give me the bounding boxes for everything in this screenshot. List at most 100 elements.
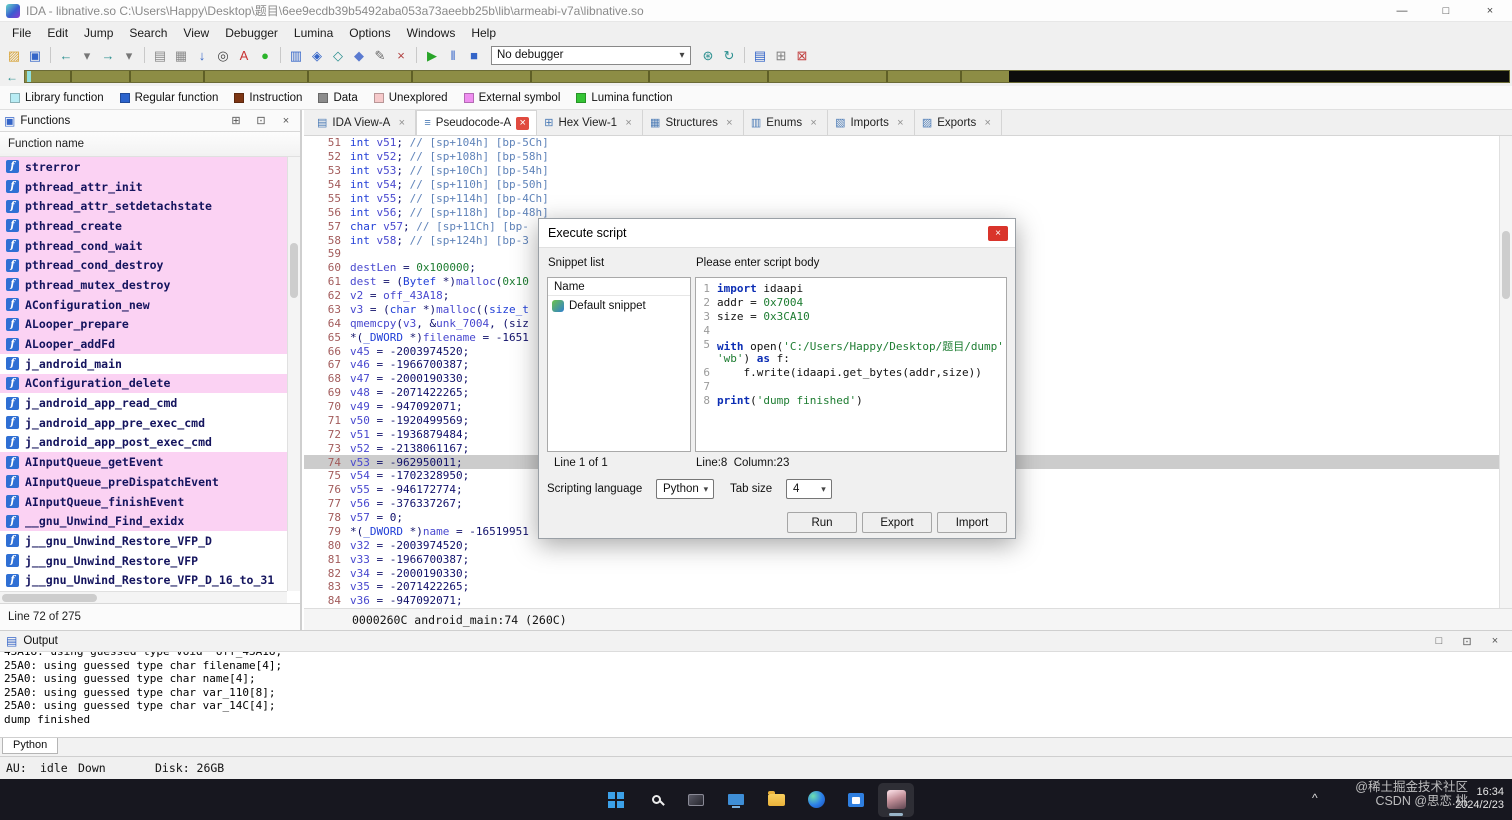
- menu-debugger[interactable]: Debugger: [217, 24, 286, 42]
- function-row[interactable]: f j__gnu_Unwind_Restore_VFP: [0, 550, 287, 571]
- call-graph-icon[interactable]: ◇: [328, 45, 348, 65]
- function-row[interactable]: f pthread_mutex_destroy: [0, 275, 287, 295]
- close-button[interactable]: ×: [1468, 0, 1512, 21]
- dialog-titlebar[interactable]: Execute script: [539, 219, 1015, 248]
- menu-help[interactable]: Help: [463, 24, 504, 42]
- functions-dock-icon[interactable]: ⊞: [226, 114, 246, 127]
- function-row[interactable]: f pthread_cond_wait: [0, 235, 287, 256]
- functions-vertical-scrollbar[interactable]: [287, 157, 300, 591]
- tab-close-icon[interactable]: ×: [981, 116, 994, 129]
- function-row[interactable]: f strerror: [0, 157, 287, 177]
- store-button[interactable]: [838, 783, 874, 817]
- desktop-layout-icon[interactable]: ▦: [171, 45, 191, 65]
- navband[interactable]: [24, 70, 1510, 83]
- cancel-process-icon[interactable]: ■: [464, 45, 484, 65]
- taskbar-clock[interactable]: 16:34 2024/2/23: [1455, 786, 1504, 812]
- tab-enums[interactable]: ▥ Enums ×: [743, 110, 829, 135]
- functions-close-icon[interactable]: ×: [276, 115, 296, 127]
- xrefs-graph-icon[interactable]: ◆: [349, 45, 369, 65]
- ida-app-button[interactable]: [878, 782, 914, 817]
- attach-process-icon[interactable]: ⊛: [698, 45, 718, 65]
- tab-structures[interactable]: ▦ Structures ×: [643, 110, 744, 135]
- search-button[interactable]: [638, 783, 674, 817]
- flow-chart-icon[interactable]: ◈: [307, 45, 327, 65]
- tab-close-icon[interactable]: ×: [395, 116, 408, 129]
- code-line[interactable]: 54 int v54; // [sp+110h] [bp-50h]: [304, 178, 1499, 192]
- start-button[interactable]: [598, 783, 634, 817]
- function-row[interactable]: f pthread_cond_destroy: [0, 255, 287, 276]
- tab-close-icon[interactable]: ×: [723, 116, 736, 129]
- tab-close-icon[interactable]: ×: [894, 116, 907, 129]
- tab-pseudocode-a[interactable]: ≡ Pseudocode-A ×: [416, 110, 538, 135]
- refresh-memory-icon[interactable]: ↻: [719, 45, 739, 65]
- function-row[interactable]: f AConfiguration_delete: [0, 373, 287, 394]
- tray-expand-icon[interactable]: ^: [1312, 791, 1318, 805]
- tab-exports[interactable]: ▨ Exports ×: [914, 110, 1003, 135]
- debugger-select[interactable]: No debugger ▾: [491, 45, 691, 65]
- language-select[interactable]: Python ▾: [656, 479, 714, 499]
- code-line[interactable]: 81 v33 = -1966700387;: [304, 552, 1499, 566]
- function-row[interactable]: f pthread_attr_init: [0, 176, 287, 197]
- close-window-icon[interactable]: ⊠: [792, 45, 812, 65]
- function-row[interactable]: f __gnu_Unwind_Find_exidx: [0, 511, 287, 532]
- functions-horizontal-scrollbar[interactable]: [0, 591, 287, 603]
- function-row[interactable]: f ALooper_addFd: [0, 334, 287, 354]
- tab-python[interactable]: Python: [2, 738, 59, 754]
- window-list-icon[interactable]: ▤: [150, 45, 170, 65]
- cancel-action-icon[interactable]: ×: [391, 45, 411, 65]
- tab-imports[interactable]: ▧ Imports ×: [828, 110, 915, 135]
- functions-float-icon[interactable]: ⊡: [251, 114, 271, 127]
- menu-search[interactable]: Search: [121, 24, 175, 42]
- strings-window-icon[interactable]: A: [234, 45, 254, 65]
- function-row[interactable]: f j__gnu_Unwind_Restore_VFP_D_16_to_31: [0, 570, 287, 591]
- add-window-icon[interactable]: ⊞: [771, 45, 791, 65]
- snippet-list[interactable]: Name Default snippet: [547, 277, 691, 452]
- tab-ida-view-a[interactable]: ▤ IDA View-A ×: [310, 110, 417, 135]
- dialog-close-icon[interactable]: ×: [988, 226, 1008, 241]
- function-row[interactable]: f j_android_main: [0, 353, 287, 374]
- navband-scroll-left-icon[interactable]: ←: [0, 69, 24, 84]
- scrollbar-thumb[interactable]: [290, 243, 298, 298]
- menu-options[interactable]: Options: [341, 24, 398, 42]
- code-line[interactable]: 84 v36 = -947092071;: [304, 594, 1499, 608]
- script-editor[interactable]: 1 import idaapi 2 addr = 0x7004 3 size = 0x3C…: [695, 277, 1007, 452]
- function-row[interactable]: f AInputQueue_getEvent: [0, 452, 287, 472]
- edge-button[interactable]: [798, 783, 834, 817]
- search-icon[interactable]: ◎: [213, 45, 233, 65]
- function-row[interactable]: f AConfiguration_new: [0, 294, 287, 315]
- navigate-back-menu-icon[interactable]: ▾: [77, 45, 97, 65]
- menu-windows[interactable]: Windows: [399, 24, 464, 42]
- suspend-process-icon[interactable]: ‖: [443, 45, 463, 65]
- menu-jump[interactable]: Jump: [76, 24, 121, 42]
- file-explorer-button[interactable]: [758, 783, 794, 817]
- function-row[interactable]: f ALooper_prepare: [0, 314, 287, 335]
- output-maximize-icon[interactable]: □: [1428, 635, 1450, 647]
- function-row[interactable]: f pthread_attr_setdetachstate: [0, 196, 287, 217]
- function-name-column-header[interactable]: Function name: [0, 132, 300, 157]
- navigate-forward-menu-icon[interactable]: ▾: [119, 45, 139, 65]
- output-float-icon[interactable]: ⊡: [1456, 635, 1478, 648]
- script-command-icon[interactable]: ✎: [370, 45, 390, 65]
- scrollbar-thumb[interactable]: [2, 594, 97, 602]
- lumina-icon[interactable]: ●: [255, 45, 275, 65]
- scrollbar-thumb[interactable]: [1502, 231, 1510, 299]
- code-line[interactable]: 55 int v55; // [sp+114h] [bp-4Ch]: [304, 192, 1499, 206]
- function-row[interactable]: f AInputQueue_preDispatchEvent: [0, 472, 287, 492]
- code-vertical-scrollbar[interactable]: [1499, 136, 1512, 608]
- database-view-icon[interactable]: ▤: [750, 45, 770, 65]
- continue-process-icon[interactable]: ▶: [422, 45, 442, 65]
- code-line[interactable]: 80 v32 = -2003974520;: [304, 538, 1499, 552]
- save-file-icon[interactable]: ▣: [25, 45, 45, 65]
- minimize-button[interactable]: —: [1380, 0, 1424, 21]
- output-close-icon[interactable]: ×: [1484, 635, 1506, 647]
- dialog-export-button[interactable]: Export: [862, 512, 932, 533]
- function-row[interactable]: f AInputQueue_finishEvent: [0, 491, 287, 512]
- code-line[interactable]: 82 v34 = -2000190330;: [304, 566, 1499, 580]
- menu-view[interactable]: View: [175, 24, 217, 42]
- output-log[interactable]: 43A18: using guessed type void *off_43A1…: [0, 652, 1512, 737]
- maximize-button[interactable]: □: [1424, 0, 1468, 21]
- menu-edit[interactable]: Edit: [39, 24, 76, 42]
- tab-close-icon[interactable]: ×: [516, 116, 530, 130]
- code-line[interactable]: 53 int v53; // [sp+10Ch] [bp-54h]: [304, 164, 1499, 178]
- tab-size-select[interactable]: 4 ▾: [786, 479, 832, 499]
